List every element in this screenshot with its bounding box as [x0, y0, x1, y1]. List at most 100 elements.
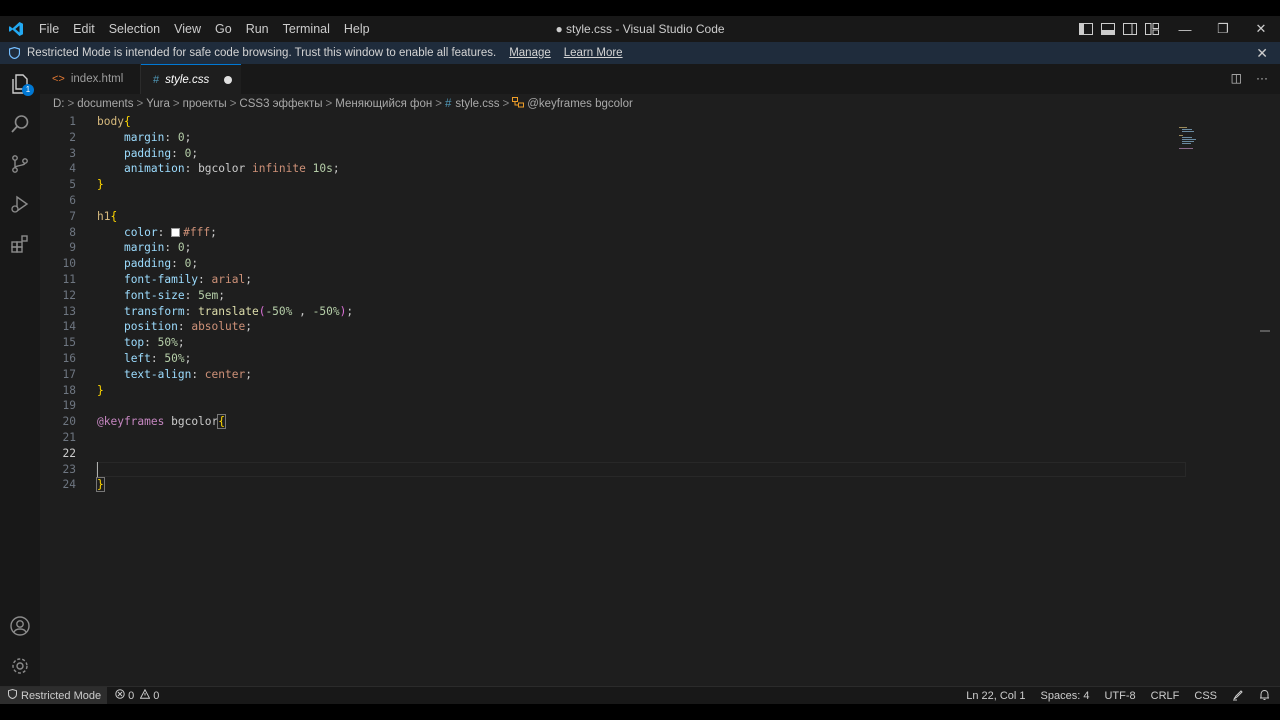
banner-message: Restricted Mode is intended for safe cod… [27, 47, 497, 59]
indentation[interactable]: Spaces: 4 [1041, 690, 1090, 702]
line-number: 20 [62, 415, 76, 429]
menu-edit[interactable]: Edit [66, 16, 102, 42]
line-number-gutter: 1 2 3 4 5 6 7 8 9 10 11 12 13 14 15 16 1… [40, 114, 76, 493]
keyframes-name: bgcolor [171, 415, 219, 429]
css-property: padding [123, 146, 172, 160]
menu-go[interactable]: Go [208, 16, 239, 42]
css-at-rule: @keyframes [97, 415, 165, 429]
source-control-icon[interactable] [8, 152, 32, 176]
css-property: animation [123, 162, 185, 176]
toggle-secondary-sidebar-icon[interactable] [1122, 21, 1138, 37]
scrollbar-cursor-marker [1260, 330, 1270, 332]
tab-actions: ◫ ··· [1231, 71, 1268, 85]
code-line-20: @keyframes bgcolor{ [97, 414, 353, 430]
extensions-icon[interactable] [8, 232, 32, 256]
color-swatch[interactable] [171, 227, 181, 237]
minimap[interactable] [1178, 126, 1208, 156]
css-value: infinite [251, 162, 306, 176]
run-and-debug-icon[interactable] [8, 192, 32, 216]
toggle-primary-sidebar-icon[interactable] [1078, 21, 1094, 37]
css-property: transform [123, 304, 185, 318]
css-property: margin [123, 241, 165, 255]
css-value: 50% [164, 351, 185, 365]
video-letterbox-bottom [0, 704, 1280, 720]
breadcrumb-file[interactable]: style.css [455, 98, 499, 110]
code-line-10: padding: 0; [123, 257, 199, 271]
line-number: 5 [69, 178, 76, 192]
code-line-18: } [97, 383, 353, 399]
settings-gear-icon[interactable] [8, 654, 32, 678]
menu-run[interactable]: Run [239, 16, 276, 42]
end-of-line[interactable]: CRLF [1151, 690, 1180, 702]
encoding[interactable]: UTF-8 [1104, 690, 1135, 702]
line-number: 9 [69, 241, 76, 255]
video-letterbox-top [0, 0, 1280, 16]
menu-file[interactable]: File [32, 16, 66, 42]
line-number: 8 [69, 225, 76, 239]
menu-help[interactable]: Help [337, 16, 377, 42]
menu-view[interactable]: View [167, 16, 208, 42]
code-line-9: margin: 0; [123, 241, 192, 255]
vertical-scrollbar[interactable] [1260, 114, 1270, 686]
account-icon[interactable] [8, 614, 32, 638]
html-file-icon: <> [52, 73, 65, 85]
line-number: 13 [62, 304, 76, 318]
split-editor-icon[interactable]: ◫ [1231, 71, 1242, 85]
code-line-13: transform: translate(-50% , -50%); [123, 304, 354, 318]
brace: } [97, 178, 104, 192]
unsaved-dot-icon[interactable] [224, 76, 232, 84]
menu-selection[interactable]: Selection [102, 16, 167, 42]
code-editor[interactable]: 1 2 3 4 5 6 7 8 9 10 11 12 13 14 15 16 1… [40, 114, 1270, 686]
breadcrumb-item[interactable]: D: [53, 98, 65, 110]
css-value: -50% [312, 304, 340, 318]
tab-index-html[interactable]: <> index.html [40, 64, 141, 94]
feedback-icon[interactable] [1232, 689, 1244, 704]
line-number: 11 [62, 272, 76, 286]
line-number: 18 [62, 383, 76, 397]
code-line-12: font-size: 5em; [123, 288, 226, 302]
css-selector: h1 [97, 209, 111, 223]
line-number: 21 [62, 430, 76, 444]
css-property: font-size [123, 288, 185, 302]
breadcrumb-item[interactable]: проекты [183, 98, 227, 110]
tab-style-css[interactable]: # style.css [141, 64, 241, 94]
restore-button[interactable]: ❐ [1204, 16, 1242, 42]
tab-label: index.html [70, 73, 124, 85]
brace: } [97, 383, 104, 397]
problems-indicator[interactable]: 0 0 [115, 688, 159, 702]
toggle-panel-icon[interactable] [1100, 21, 1116, 37]
menu-terminal[interactable]: Terminal [276, 16, 337, 42]
close-banner-icon[interactable]: ✕ [1256, 45, 1268, 62]
status-restricted-mode[interactable]: Restricted Mode [0, 686, 108, 705]
tab-label: style.css [165, 73, 210, 86]
cursor-position[interactable]: Ln 22, Col 1 [966, 690, 1025, 702]
breadcrumb-item[interactable]: Меняющийся фон [335, 98, 432, 110]
notifications-bell-icon[interactable] [1259, 689, 1270, 704]
brace: { [110, 209, 118, 223]
customize-layout-icon[interactable] [1144, 21, 1160, 37]
line-number: 1 [69, 115, 76, 128]
breadcrumb-item[interactable]: CSS3 эффекты [239, 98, 322, 110]
learn-more-link[interactable]: Learn More [564, 47, 623, 59]
code-line-11: font-family: arial; [123, 272, 252, 286]
line-number: 16 [62, 351, 76, 365]
line-number: 19 [62, 399, 76, 413]
chevron-right-icon: > [229, 98, 237, 110]
breadcrumb-item[interactable]: documents [77, 98, 133, 110]
more-actions-icon[interactable]: ··· [1256, 71, 1268, 85]
css-property: text-align [123, 367, 192, 381]
close-window-button[interactable]: ✕ [1242, 16, 1280, 42]
css-property: font-family [123, 272, 199, 286]
manage-link[interactable]: Manage [509, 47, 551, 59]
search-icon[interactable] [8, 112, 32, 136]
breadcrumb-symbol[interactable]: @keyframes bgcolor [527, 98, 633, 110]
code-line-7: h1{ [97, 209, 353, 225]
css-property: padding [123, 257, 172, 271]
editor-tab-bar: <> index.html # style.css ◫ ··· [40, 64, 1280, 94]
shield-icon [8, 688, 17, 702]
language-mode[interactable]: CSS [1194, 690, 1217, 702]
minimize-button[interactable]: — [1166, 16, 1204, 42]
breadcrumb-item[interactable]: Yura [146, 98, 170, 110]
